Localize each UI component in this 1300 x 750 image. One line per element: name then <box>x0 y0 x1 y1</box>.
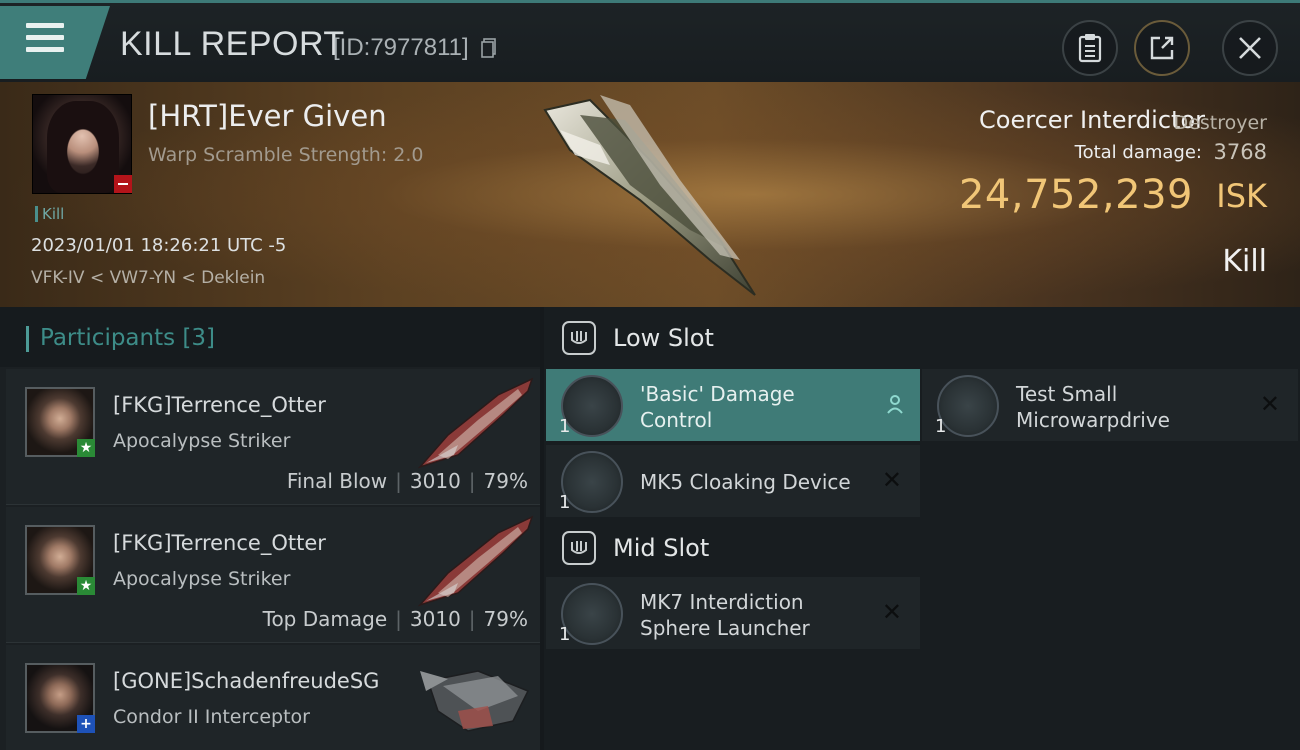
participant-role: Top Damage <box>262 607 388 631</box>
low-slot-icon <box>562 321 596 355</box>
menu-button[interactable] <box>22 23 66 59</box>
kill-type-marker <box>35 206 38 222</box>
person-icon <box>887 395 903 414</box>
module-quantity: 1 <box>559 624 571 645</box>
hamburger-line <box>26 47 64 52</box>
participants-label: Participants <box>40 325 176 351</box>
share-button[interactable] <box>1134 20 1190 76</box>
clipboard-button[interactable] <box>1062 20 1118 76</box>
destroyed-x-icon: ✕ <box>881 598 902 626</box>
plus-badge-icon: + <box>77 715 95 733</box>
participant-portrait[interactable]: ★ <box>25 525 95 595</box>
victim-ship-class: Destroyer <box>1173 112 1267 134</box>
destroyed-x-icon: ✕ <box>881 466 902 494</box>
participant-name: [GONE]SchadenfreudeSG <box>113 669 380 693</box>
page-title: KILL REPORT <box>120 25 345 63</box>
victim-name[interactable]: [HRT]Ever Given <box>148 99 387 133</box>
result-label: Kill <box>1222 244 1267 279</box>
slot-glyph-icon <box>571 541 587 554</box>
isk-value: 24,752,239 <box>958 172 1193 218</box>
kill-type-label: Kill <box>42 205 65 223</box>
participant-row[interactable]: ★ [FKG]Terrence_Otter Apocalypse Striker… <box>6 369 540 505</box>
participants-count: [3] <box>182 325 216 351</box>
portrait-hair <box>47 101 119 193</box>
star-badge-icon: ★ <box>77 577 95 595</box>
module-cloaking-device[interactable]: 1 MK5 Cloaking Device ✕ <box>546 445 920 517</box>
mid-slot-header: Mid Slot <box>544 517 1300 579</box>
participant-percent: 79% <box>483 607 528 631</box>
module-microwarpdrive[interactable]: 1 Test Small Microwarpdrive ✕ <box>922 369 1298 441</box>
participant-portrait[interactable]: + <box>25 663 95 733</box>
module-name-line2: Control <box>640 408 713 432</box>
participants-panel: Participants [3] ★ [FKG]Terrence_Otter A… <box>0 307 540 750</box>
warp-scramble-strength: Warp Scramble Strength: 2.0 <box>148 144 424 166</box>
module-quantity: 1 <box>935 416 947 437</box>
copy-icon[interactable] <box>481 38 496 58</box>
hostile-badge-icon <box>114 175 132 193</box>
participant-name: [FKG]Terrence_Otter <box>113 531 326 555</box>
participant-stats: Top Damage | 3010 | 79% <box>263 607 528 631</box>
stat-separator: | <box>468 469 476 493</box>
participant-row[interactable]: + [GONE]SchadenfreudeSG Condor II Interc… <box>6 645 540 750</box>
star-badge-icon: ★ <box>77 439 95 457</box>
kill-timestamp: 2023/01/01 18:26:21 UTC -5 <box>31 235 287 256</box>
participant-portrait[interactable]: ★ <box>25 387 95 457</box>
module-name-line1: 'Basic' Damage <box>640 382 795 406</box>
low-slot-header: Low Slot <box>544 307 1300 369</box>
fitting-panel: Low Slot 1 'Basic' Damage Control 1 Test… <box>544 307 1300 750</box>
participant-ship-image <box>418 515 534 607</box>
stat-separator: | <box>395 469 402 493</box>
participant-ship-image <box>420 670 530 732</box>
victim-ship-name[interactable]: Coercer Interdictor <box>979 106 1205 134</box>
participant-name: [FKG]Terrence_Otter <box>113 393 326 417</box>
hamburger-line <box>26 23 64 28</box>
module-name-line2: Sphere Launcher <box>640 616 810 640</box>
participant-damage: 3010 <box>409 469 461 493</box>
hamburger-line <box>26 35 64 40</box>
module-name: MK7 Interdiction Sphere Launcher <box>640 589 810 641</box>
participant-ship: Condor II Interceptor <box>113 706 310 728</box>
module-quantity: 1 <box>559 492 571 513</box>
module-damage-control[interactable]: 1 'Basic' Damage Control <box>546 369 920 441</box>
slot-glyph-icon <box>571 331 587 344</box>
stat-separator: | <box>395 607 402 631</box>
isk-unit: ISK <box>1216 177 1267 215</box>
participant-stats: Final Blow | 3010 | 79% <box>287 469 528 493</box>
module-quantity: 1 <box>559 416 571 437</box>
header-bar: KILL REPORT [ID:7977811] <box>0 0 1300 82</box>
victim-panel: [HRT]Ever Given Warp Scramble Strength: … <box>0 82 1300 307</box>
total-damage-label: Total damage: <box>1074 142 1202 163</box>
module-name: MK5 Cloaking Device <box>640 470 851 494</box>
kill-location[interactable]: VFK-IV < VW7-YN < Deklein <box>31 268 265 288</box>
module-name-line1: Test Small <box>1016 382 1118 406</box>
mid-slot-icon <box>562 531 596 565</box>
destroyed-x-icon: ✕ <box>1259 390 1280 418</box>
close-icon <box>1239 37 1261 59</box>
participant-ship: Apocalypse Striker <box>113 568 291 590</box>
module-interdiction-sphere-launcher[interactable]: 1 MK7 Interdiction Sphere Launcher ✕ <box>546 577 920 649</box>
victim-ship-image <box>543 95 756 296</box>
participant-role: Final Blow <box>286 469 388 493</box>
participant-percent: 79% <box>483 469 528 493</box>
participant-damage: 3010 <box>409 607 461 631</box>
participant-row[interactable]: ★ [FKG]Terrence_Otter Apocalypse Striker… <box>6 507 540 643</box>
module-name: 'Basic' Damage Control <box>640 381 795 433</box>
participants-title: Participants [3] <box>40 325 215 351</box>
participant-ship-image <box>418 377 534 469</box>
stat-separator: | <box>468 607 476 631</box>
close-button[interactable] <box>1222 20 1278 76</box>
participants-header: Participants [3] <box>0 307 540 367</box>
share-icon <box>1150 36 1174 60</box>
participant-ship: Apocalypse Striker <box>113 430 291 452</box>
module-name: Test Small Microwarpdrive <box>1016 381 1170 433</box>
clipboard-icon <box>1078 34 1102 63</box>
total-damage-value: 3768 <box>1213 140 1267 164</box>
module-name-line1: MK7 Interdiction <box>640 590 804 614</box>
participants-marker <box>26 326 29 352</box>
report-id: [ID:7977811] <box>333 34 469 61</box>
low-slot-title: Low Slot <box>613 324 714 352</box>
mid-slot-title: Mid Slot <box>613 534 710 562</box>
module-name-line2: Microwarpdrive <box>1016 408 1170 432</box>
